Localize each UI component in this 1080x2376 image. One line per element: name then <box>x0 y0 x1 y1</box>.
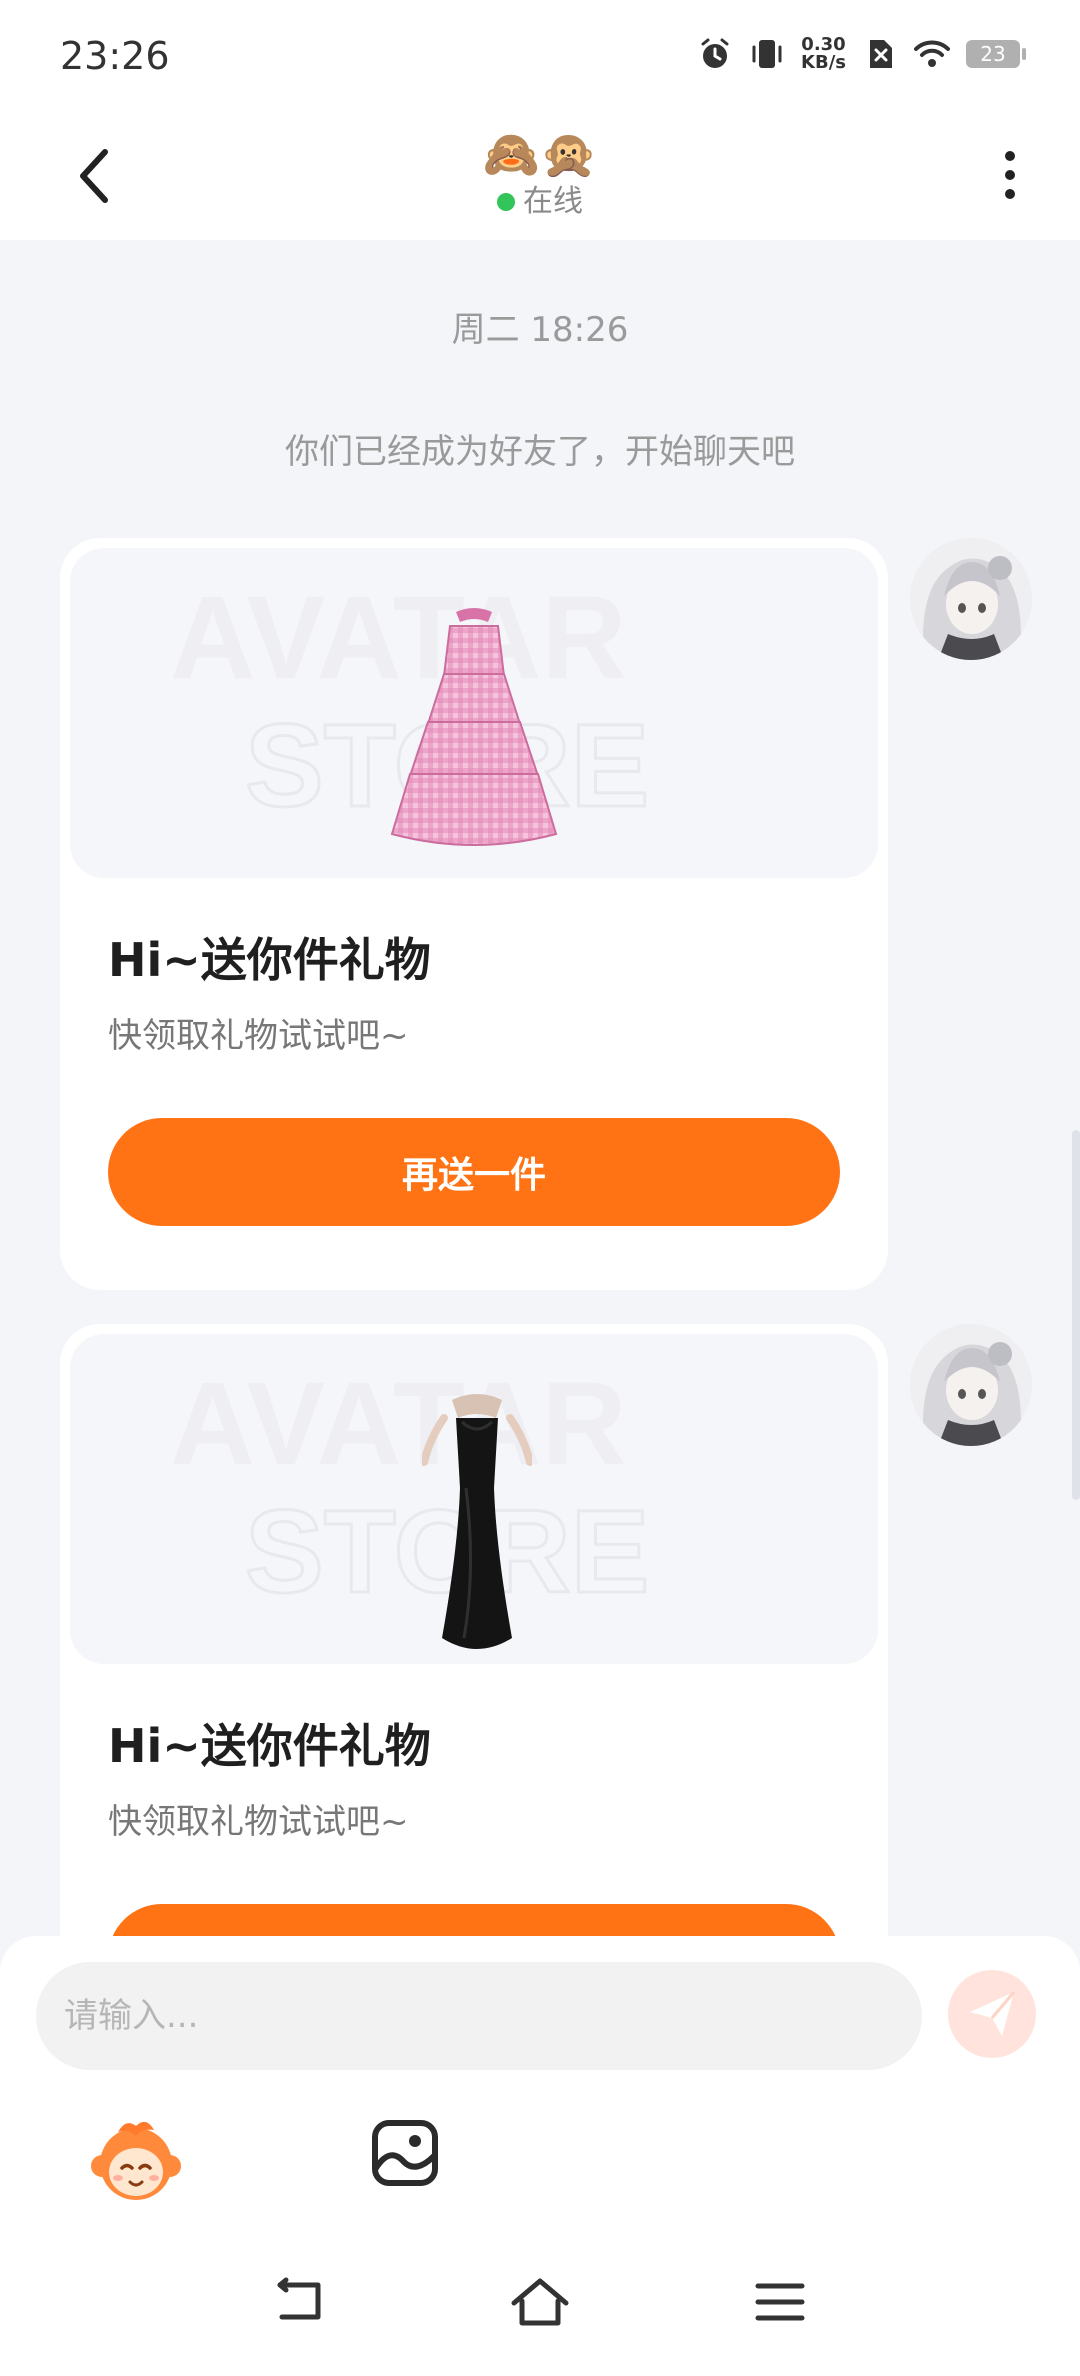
network-speed: 0.30 KB/s <box>801 36 846 72</box>
nav-menu-button[interactable] <box>745 2272 815 2332</box>
nav-back-button[interactable] <box>265 2272 335 2332</box>
anime-avatar-icon <box>910 1324 1032 1446</box>
message-input[interactable] <box>36 1962 922 2070</box>
chevron-left-icon <box>80 149 108 203</box>
anime-avatar-icon <box>910 538 1032 660</box>
image-icon <box>372 2120 438 2186</box>
wifi-icon <box>914 40 950 67</box>
send-button[interactable] <box>948 1970 1036 2058</box>
online-dot-icon <box>497 193 515 211</box>
status-bar: 23:26 0.30 KB/s 23 <box>0 0 1080 110</box>
nav-home-button[interactable] <box>505 2272 575 2332</box>
contact-title: 🙈🙊 在线 <box>340 126 740 222</box>
alarm-icon <box>701 38 729 68</box>
black-gown-icon <box>422 1394 532 1649</box>
home-icon <box>511 2278 569 2326</box>
monkey-emoji-icon <box>91 2121 181 2200</box>
more-dot-icon <box>1005 189 1015 199</box>
message-timestamp: 周二 18:26 <box>451 310 629 350</box>
gift-card-title: Hi~送你件礼物 <box>108 1719 431 1773</box>
more-dot-icon <box>1005 151 1015 161</box>
more-options-button[interactable] <box>990 140 1030 210</box>
send-another-button[interactable]: 再送一件 <box>108 1118 840 1226</box>
gift-card[interactable]: AVATAR STORE Hi~送你件礼物 快领取礼物试试吧~ <box>60 538 888 1290</box>
avatar[interactable] <box>910 1324 1032 1446</box>
gift-card-subtitle: 快领取礼物试试吧~ <box>108 1802 409 1842</box>
online-status: 在线 <box>340 182 740 222</box>
pink-dress-icon <box>390 608 558 846</box>
back-icon <box>277 2277 321 2320</box>
status-time: 23:26 <box>60 34 170 78</box>
gift-card-title: Hi~送你件礼物 <box>108 933 431 987</box>
send-another-button[interactable] <box>108 1904 840 1936</box>
system-message: 你们已经成为好友了，开始聊天吧 <box>285 432 795 472</box>
gift-card-subtitle: 快领取礼物试试吧~ <box>108 1016 409 1056</box>
vibrate-icon <box>752 40 782 68</box>
image-button[interactable] <box>370 2118 440 2188</box>
network-speed-unit: KB/s <box>801 52 846 73</box>
battery-icon: 23 <box>966 40 1026 68</box>
paper-plane-icon <box>970 1991 1016 2036</box>
contact-name: 🙈🙊 <box>482 127 598 181</box>
back-button[interactable] <box>60 136 130 216</box>
avatar[interactable] <box>910 538 1032 660</box>
scrollbar[interactable] <box>1072 1130 1080 1500</box>
no-sim-icon <box>870 40 892 68</box>
emoji-button[interactable] <box>90 2116 182 2208</box>
gift-image[interactable]: AVATAR STORE <box>70 1334 878 1664</box>
gift-image[interactable]: AVATAR STORE <box>70 548 878 878</box>
chat-header: 🙈🙊 在线 <box>0 110 1080 240</box>
system-nav-bar <box>0 2250 1080 2376</box>
gift-card[interactable]: AVATAR STORE Hi~送你件礼物 快领取礼物试试吧~ <box>60 1324 888 1936</box>
more-dot-icon <box>1005 170 1015 180</box>
status-icons: 0.30 KB/s 23 <box>697 36 1026 72</box>
chat-messages[interactable]: 周二 18:26 你们已经成为好友了，开始聊天吧 AVATAR STORE <box>0 240 1080 1936</box>
menu-icon <box>755 2283 805 2321</box>
online-status-label: 在线 <box>523 184 583 219</box>
watermark-top: AVATAR <box>170 1358 627 1490</box>
